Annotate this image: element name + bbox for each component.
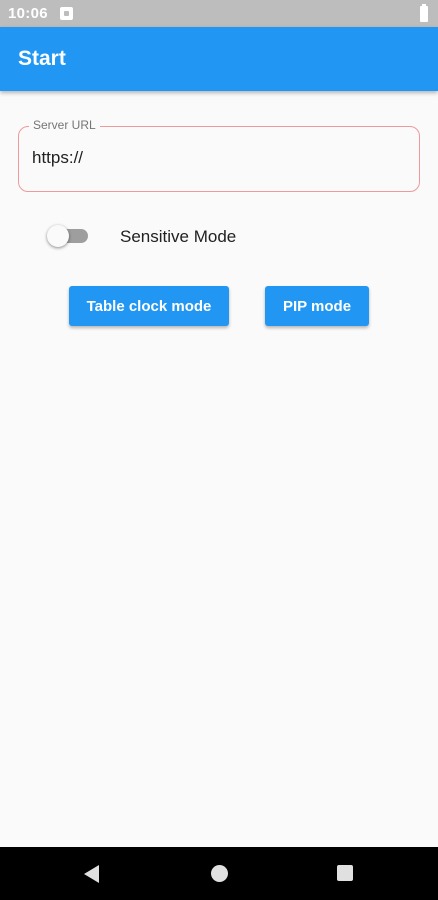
server-url-field[interactable]: Server URL xyxy=(18,118,420,192)
notification-icon xyxy=(59,7,73,20)
switch-thumb xyxy=(47,225,69,247)
sensitive-mode-switch[interactable] xyxy=(47,225,88,247)
status-time: 10:06 xyxy=(8,5,48,22)
navigation-bar xyxy=(0,847,438,900)
table-clock-mode-button[interactable]: Table clock mode xyxy=(69,286,229,326)
sensitive-mode-label: Sensitive Mode xyxy=(120,227,237,246)
back-icon[interactable] xyxy=(84,865,99,883)
recents-icon[interactable] xyxy=(337,865,353,881)
pip-mode-button[interactable]: PIP mode xyxy=(265,286,369,326)
page-title: Start xyxy=(18,47,66,70)
server-url-label: Server URL xyxy=(29,118,100,132)
server-url-input[interactable] xyxy=(32,148,402,168)
battery-icon xyxy=(420,4,428,22)
status-bar: 10:06 xyxy=(0,0,438,27)
app-bar: Start xyxy=(0,27,438,91)
home-icon[interactable] xyxy=(211,865,228,882)
